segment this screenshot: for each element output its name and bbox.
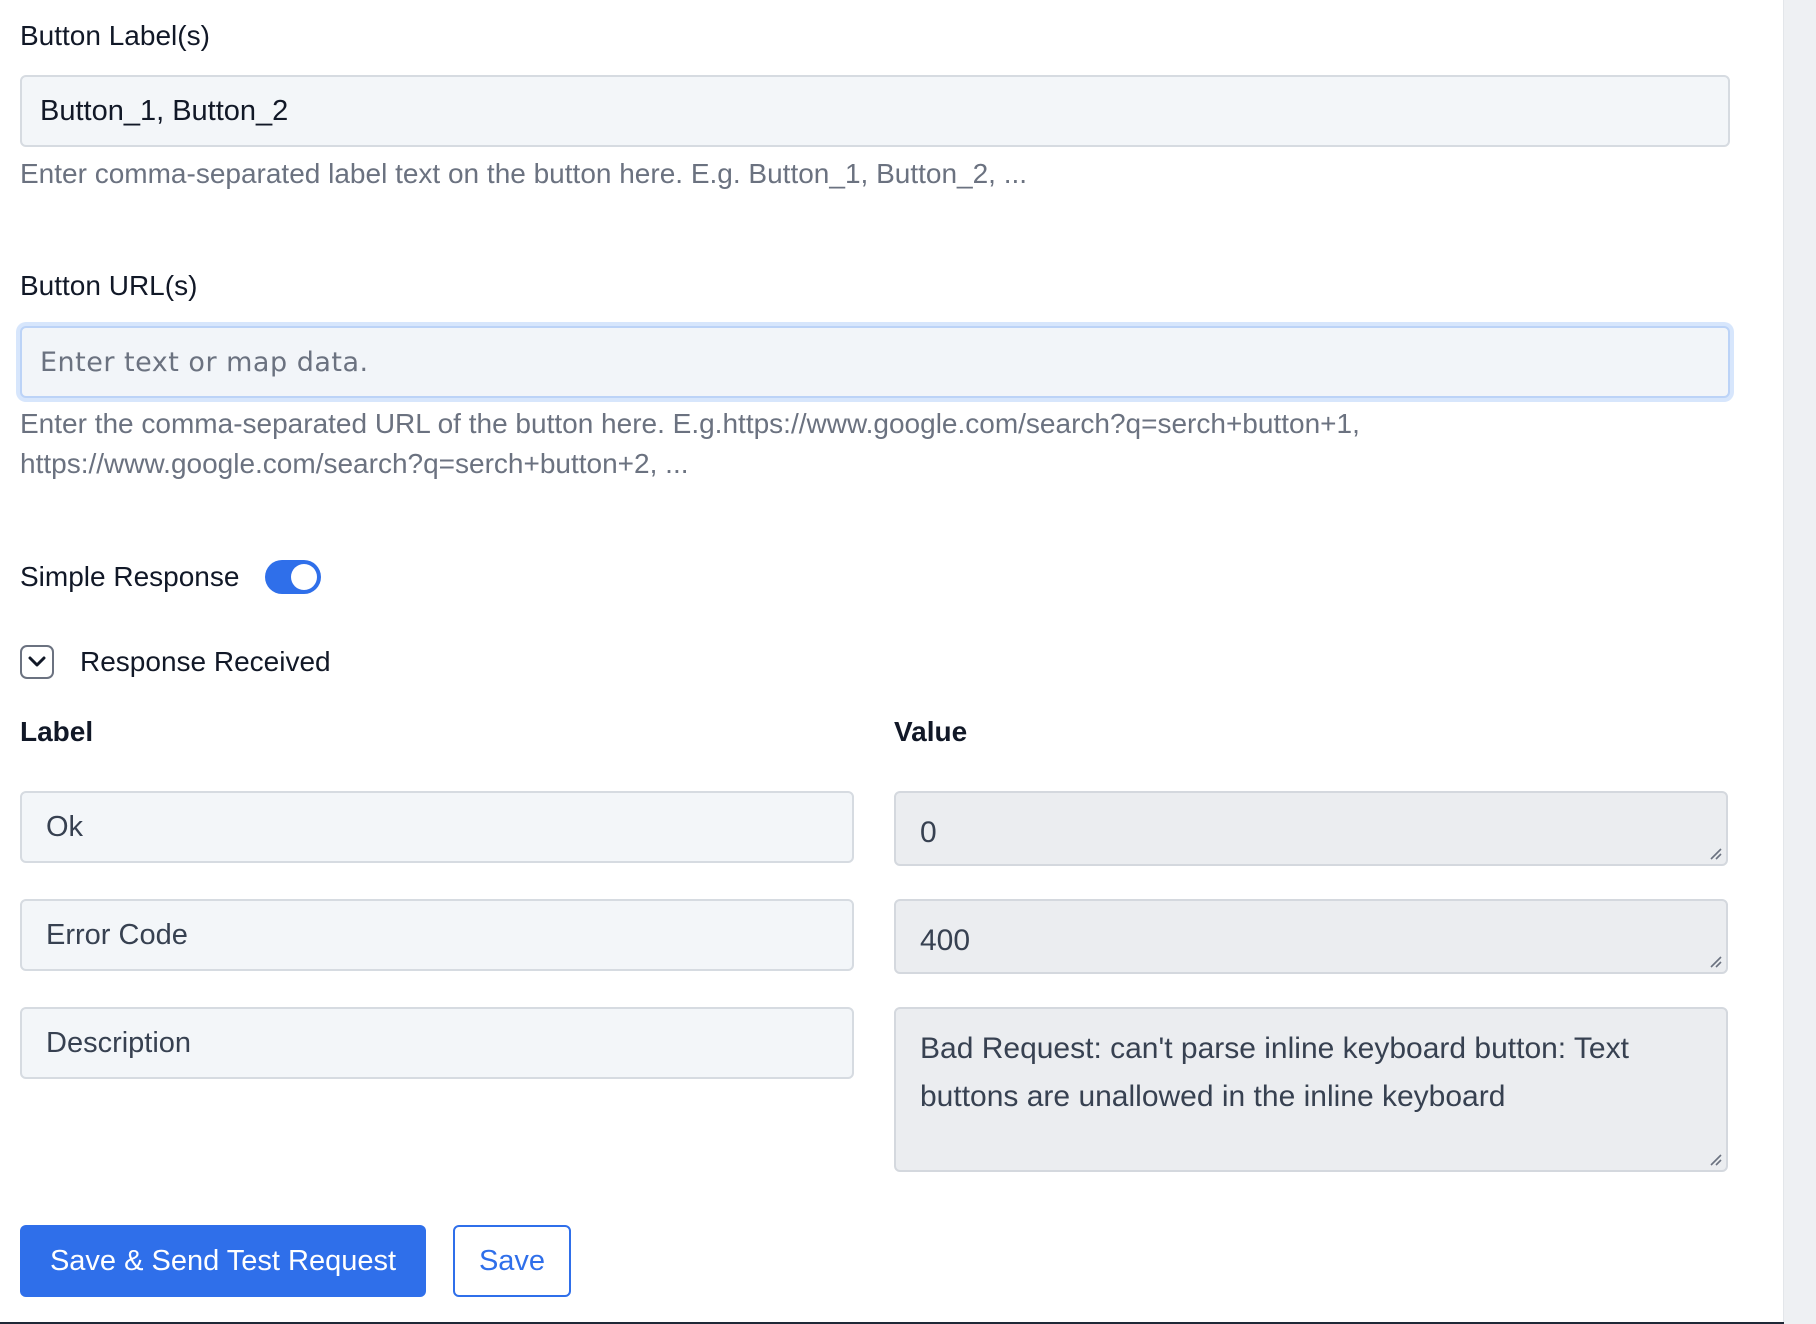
button-urls-input[interactable] [20, 326, 1730, 398]
resize-handle-icon[interactable] [1708, 954, 1722, 968]
simple-response-label: Simple Response [20, 561, 240, 592]
response-value-error-code-text: 400 [920, 924, 971, 957]
response-value-description-text: Bad Request: can't parse inline keyboard… [920, 1032, 1629, 1113]
label-column-header: Label [20, 716, 94, 747]
button-urls-label: Button URL(s) [20, 270, 198, 301]
button-labels-section: Button Label(s) [20, 20, 210, 52]
response-value-ok-text: 0 [920, 816, 937, 849]
simple-response-toggle[interactable] [265, 560, 322, 594]
button-urls-help: Enter the comma-separated URL of the but… [20, 404, 1730, 484]
save-and-send-test-request-button[interactable]: Save & Send Test Request [20, 1225, 426, 1297]
button-urls-help-line1: Enter the comma-separated URL of the but… [20, 408, 1360, 439]
chevron-down-icon[interactable] [20, 645, 54, 679]
resize-handle-icon[interactable] [1708, 1152, 1722, 1166]
response-received-header[interactable]: Response Received [20, 645, 331, 679]
button-labels-label: Button Label(s) [20, 20, 210, 51]
save-button[interactable]: Save [453, 1225, 571, 1297]
toggle-knob [291, 564, 318, 590]
button-urls-help-line2: https://www.google.com/search?q=serch+bu… [20, 448, 689, 479]
value-column-header: Value [894, 716, 968, 747]
response-value-error-code[interactable]: 400 [894, 899, 1728, 974]
response-received-label: Response Received [80, 646, 331, 677]
response-value-ok[interactable]: 0 [894, 791, 1728, 866]
response-value-description[interactable]: Bad Request: can't parse inline keyboard… [894, 1007, 1728, 1172]
page-scrollbar[interactable] [1783, 0, 1816, 1324]
button-labels-input[interactable] [20, 75, 1730, 147]
response-label-description[interactable]: Description [20, 1007, 854, 1079]
response-label-ok[interactable]: Ok [20, 791, 854, 863]
simple-response-row: Simple Response [20, 560, 322, 594]
response-label-error-code[interactable]: Error Code [20, 899, 854, 971]
resize-handle-icon[interactable] [1708, 846, 1722, 860]
button-labels-help: Enter comma-separated label text on the … [20, 158, 1028, 189]
